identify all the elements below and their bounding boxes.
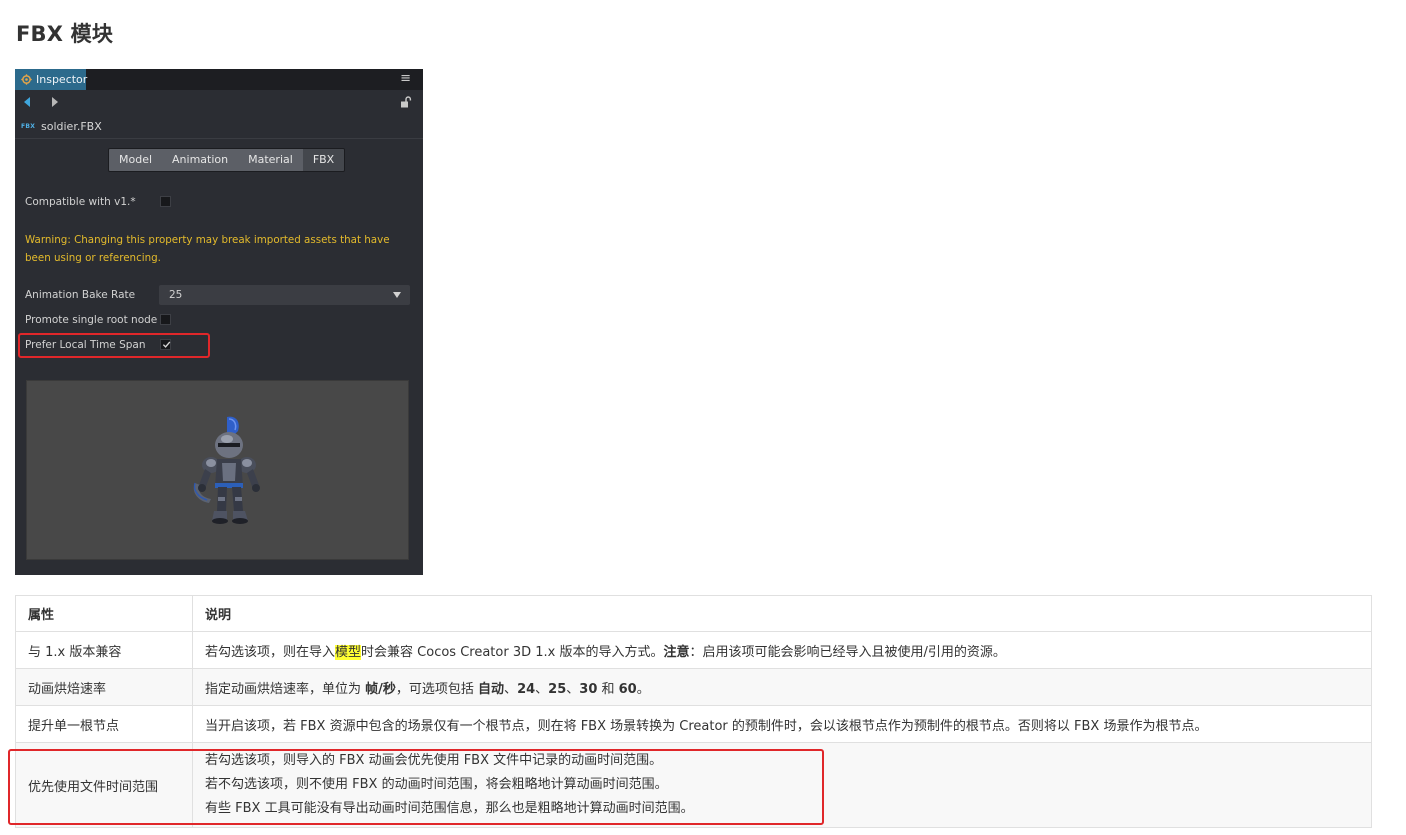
desc-text: 若勾选该项，则在导入 (205, 644, 336, 660)
model-preview[interactable] (26, 380, 409, 560)
separator: 、 (504, 681, 518, 697)
inspector-tabs: Model Animation Material FBX (108, 148, 346, 172)
promote-checkbox[interactable] (160, 314, 171, 325)
page-title: FBX 模块 (16, 22, 114, 46)
desc-text: 时会兼容 Cocos Creator 3D 1.x 版本的导入方式。 (361, 644, 664, 660)
fbx-file-icon: FBX (21, 123, 36, 130)
option-60: 60 (618, 681, 637, 697)
prefer-checkbox[interactable] (160, 339, 171, 350)
row-name: 与 1.x 版本兼容 (15, 631, 193, 669)
header-description: 说明 (192, 595, 1372, 632)
table-row: 与 1.x 版本兼容 若勾选该项，则在导入模型时会兼容 Cocos Creato… (15, 631, 1372, 669)
tab-animation[interactable]: Animation (162, 149, 239, 171)
asset-file-row: FBX soldier.FBX (15, 115, 423, 139)
bake-rate-label: Animation Bake Rate (25, 289, 136, 301)
inspector-header: Inspector ≡ (15, 69, 423, 90)
header-property: 属性 (15, 595, 193, 632)
row-name: 动画烘焙速率 (15, 668, 193, 706)
dropdown-caret-icon (393, 292, 401, 298)
option-24: 24 (517, 681, 536, 697)
option-auto: 自动 (478, 681, 505, 697)
separator: 、 (566, 681, 580, 697)
table-row: 优先使用文件时间范围 若勾选该项，则导入的 FBX 动画会优先使用 FBX 文件… (15, 742, 1372, 828)
asset-file-name: soldier.FBX (41, 120, 102, 133)
desc-text: 和 (597, 681, 619, 697)
forward-arrow-icon[interactable] (52, 97, 58, 107)
soldier-model-image (193, 416, 260, 524)
nav-row (15, 90, 423, 115)
back-arrow-icon[interactable] (24, 97, 30, 107)
row-description: 若勾选该项，则在导入模型时会兼容 Cocos Creator 3D 1.x 版本… (192, 631, 1372, 669)
row-description: 当开启该项，若 FBX 资源中包含的场景仅有一个根节点，则在将 FBX 场景转换… (192, 705, 1372, 743)
promote-label: Promote single root node (25, 314, 158, 326)
compat-label: Compatible with v1.* (25, 196, 136, 208)
inspector-panel: Inspector ≡ FBX soldier.FBX Model Animat… (15, 69, 423, 575)
table-row: 提升单一根节点 当开启该项，若 FBX 资源中包含的场景仅有一个根节点，则在将 … (15, 705, 1372, 743)
row-name: 优先使用文件时间范围 (15, 742, 193, 828)
desc-line: 若不勾选该项，则不使用 FBX 的动画时间范围，将会粗略地计算动画时间范围。 (205, 777, 668, 792)
menu-icon[interactable]: ≡ (400, 72, 411, 86)
gear-icon (21, 74, 32, 85)
row-description: 指定动画烘焙速率，单位为 帧/秒，可选项包括 自动、24、25、30 和 60。 (192, 668, 1372, 706)
unit-text: 帧/秒 (365, 681, 396, 697)
desc-text: ：启用该项可能会影响已经导入且被使用/引用的资源。 (689, 644, 1006, 660)
tab-fbx[interactable]: FBX (302, 149, 345, 171)
desc-line: 若勾选该项，则导入的 FBX 动画会优先使用 FBX 文件中记录的动画时间范围。 (205, 753, 663, 768)
desc-text: 。 (636, 681, 650, 697)
inspector-tab[interactable]: Inspector (15, 69, 88, 90)
desc-text: 指定动画烘焙速率，单位为 (205, 681, 366, 697)
separator: 、 (535, 681, 549, 697)
bake-rate-select[interactable]: 25 (159, 285, 410, 305)
inspector-tab-label: Inspector (36, 73, 88, 86)
compat-checkbox[interactable] (160, 196, 171, 207)
note-label: 注意 (663, 644, 690, 660)
row-description: 若勾选该项，则导入的 FBX 动画会优先使用 FBX 文件中记录的动画时间范围。… (192, 742, 1372, 828)
desc-text: ，可选项包括 (395, 681, 479, 697)
bake-rate-value: 25 (169, 289, 183, 301)
unlock-icon[interactable] (400, 96, 412, 108)
row-name: 提升单一根节点 (15, 705, 193, 743)
table-row: 动画烘焙速率 指定动画烘焙速率，单位为 帧/秒，可选项包括 自动、24、25、3… (15, 668, 1372, 706)
properties-table: 属性 说明 与 1.x 版本兼容 若勾选该项，则在导入模型时会兼容 Cocos … (15, 595, 1372, 828)
tab-model[interactable]: Model (109, 149, 163, 171)
tab-material[interactable]: Material (238, 149, 303, 171)
model-link[interactable]: 模型 (335, 644, 362, 660)
option-25: 25 (548, 681, 567, 697)
prefer-label: Prefer Local Time Span (25, 339, 146, 351)
table-header-row: 属性 说明 (15, 595, 1372, 632)
warning-text: Warning: Changing this property may brea… (25, 234, 390, 264)
checkmark-icon (162, 341, 171, 348)
option-30: 30 (579, 681, 598, 697)
desc-line: 有些 FBX 工具可能没有导出动画时间范围信息，那么也是粗略地计算动画时间范围。 (205, 801, 694, 816)
